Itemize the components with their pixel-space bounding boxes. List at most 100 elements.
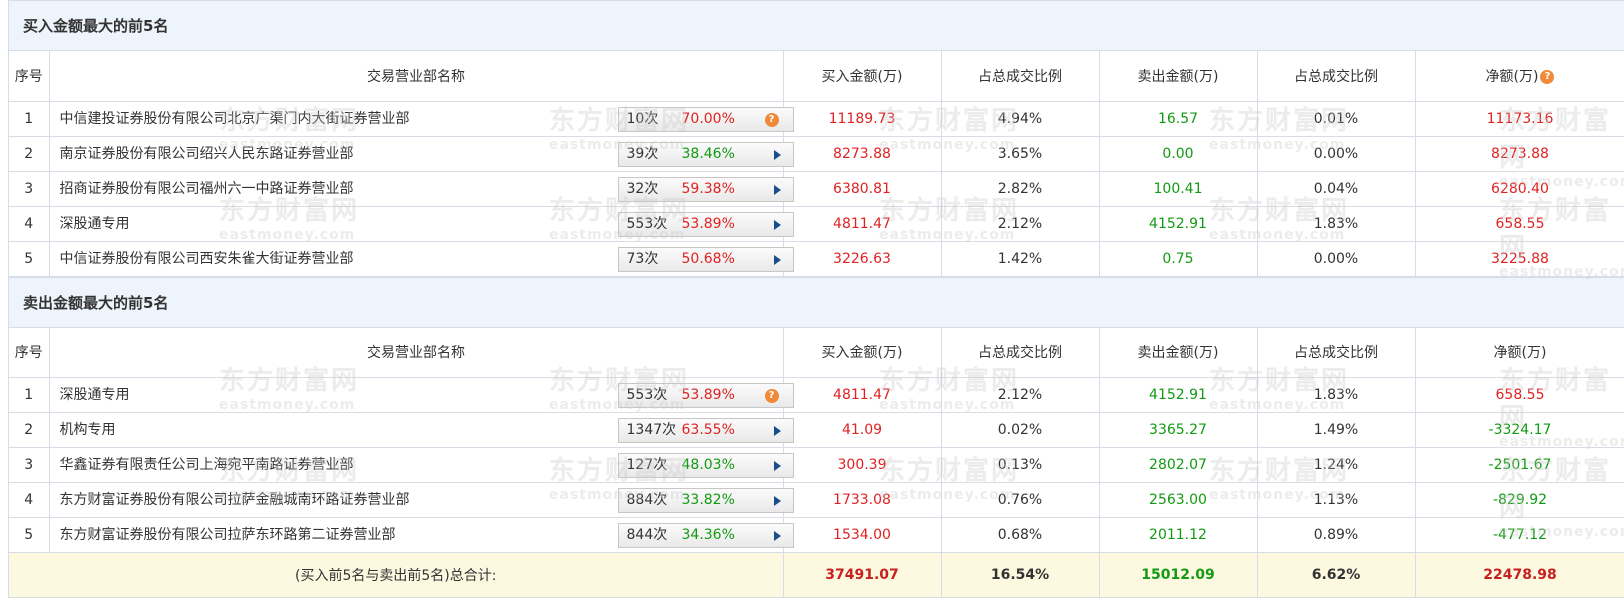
broker-stats-button[interactable]: 127次 48.03% <box>617 453 794 478</box>
broker-cell: 机构专用 1347次 63.55% <box>49 412 794 448</box>
broker-stats-button[interactable]: 553次 53.89%? <box>617 383 794 408</box>
total-net: 22478.98 <box>1415 552 1624 598</box>
win-rate: 38.46% <box>681 145 735 162</box>
broker-stats-button[interactable]: 553次 53.89% <box>617 211 794 237</box>
expand-arrow-icon[interactable] <box>773 426 781 436</box>
net-amount: 658.55 <box>1415 377 1624 413</box>
total-label: (买入前5名与卖出前5名)总合计: <box>9 552 784 598</box>
broker-cell: 深股通专用 553次 53.89%? <box>49 377 794 413</box>
buy-ratio: 1.42% <box>941 241 1100 277</box>
win-rate: 53.89% <box>681 387 735 403</box>
longhu-list: 买入金额最大的前5名 序号 交易营业部名称 买入金额(万) 占总成交比例 卖出金… <box>8 0 1624 598</box>
net-help-icon[interactable]: ? <box>1540 69 1555 84</box>
buy-amount: 1733.08 <box>783 482 942 518</box>
buy-amount: 6380.81 <box>783 171 942 207</box>
sell-section-title: 卖出金额最大的前5名 <box>9 276 1624 328</box>
win-rate: 34.36% <box>681 527 735 543</box>
total-buy: 37491.07 <box>783 552 942 598</box>
broker-name: 招商证券股份有限公司福州六一中路证券营业部 <box>59 180 354 197</box>
buy-ratio: 2.12% <box>941 206 1100 242</box>
buy-amount: 300.39 <box>783 447 942 483</box>
win-rate: 53.89% <box>681 215 735 232</box>
times-count: 10次 <box>626 110 659 127</box>
broker-name: 机构专用 <box>59 422 116 438</box>
expand-arrow-icon[interactable] <box>773 184 781 195</box>
broker-name: 深股通专用 <box>59 387 130 403</box>
buy-table-header: 序号 交易营业部名称 买入金额(万) 占总成交比例 卖出金额(万) 占总成交比例… <box>9 51 1624 102</box>
sell-table: 序号 交易营业部名称 买入金额(万) 占总成交比例 卖出金额(万) 占总成交比例… <box>9 327 1624 598</box>
buy-amount: 41.09 <box>783 412 942 448</box>
net-amount: 3225.88 <box>1415 241 1624 277</box>
sell-table-header: 序号 交易营业部名称 买入金额(万) 占总成交比例 卖出金额(万) 占总成交比例… <box>9 327 1624 378</box>
col-buy: 买入金额(万) <box>783 51 942 102</box>
table-row: 5 东方财富证券股份有限公司拉萨东环路第二证券营业部 844次 34.36% 1534.… <box>9 517 1624 553</box>
broker-stats-button[interactable]: 73次 50.68% <box>617 246 794 272</box>
sell-amount: 4152.91 <box>1099 377 1258 413</box>
times-count: 1347次 <box>626 422 677 438</box>
col-buy-pct: 占总成交比例 <box>941 327 1100 378</box>
sell-ratio: 1.13% <box>1257 482 1416 518</box>
row-idx: 5 <box>9 241 50 277</box>
help-icon[interactable]: ? <box>764 389 779 403</box>
net-amount: -829.92 <box>1415 482 1624 518</box>
broker-stats-button[interactable]: 10次 70.00%? <box>617 106 794 132</box>
row-idx: 4 <box>9 206 50 242</box>
row-idx: 4 <box>9 482 50 518</box>
broker-name: 华鑫证券有限责任公司上海宛平南路证券营业部 <box>59 457 354 473</box>
table-row: 2 南京证券股份有限公司绍兴人民东路证券营业部 39次 38.46% 8273.88 3.… <box>9 136 1624 172</box>
col-net: 净额(万) <box>1415 327 1624 378</box>
broker-name: 东方财富证券股份有限公司拉萨金融城南环路证券营业部 <box>59 492 410 508</box>
broker-cell: 中信证券股份有限公司西安朱雀大街证券营业部 73次 50.68% <box>49 241 794 277</box>
expand-arrow-icon[interactable] <box>773 219 781 230</box>
expand-arrow-icon[interactable] <box>773 531 781 541</box>
broker-name: 中信建投证券股份有限公司北京广渠门内大街证券营业部 <box>59 110 410 127</box>
times-count: 73次 <box>626 250 659 267</box>
broker-stats-button[interactable]: 39次 38.46% <box>617 141 794 167</box>
broker-stats-button[interactable]: 32次 59.38% <box>617 176 794 202</box>
row-idx: 3 <box>9 171 50 207</box>
buy-ratio: 4.94% <box>941 101 1100 137</box>
times-count: 884次 <box>626 492 668 508</box>
col-sell-pct: 占总成交比例 <box>1257 327 1416 378</box>
col-sell: 卖出金额(万) <box>1099 51 1258 102</box>
row-idx: 2 <box>9 412 50 448</box>
broker-stats-button[interactable]: 844次 34.36% <box>617 523 794 548</box>
buy-ratio: 0.68% <box>941 517 1100 553</box>
expand-arrow-icon[interactable] <box>773 461 781 471</box>
net-amount: 11173.16 <box>1415 101 1624 137</box>
broker-cell: 东方财富证券股份有限公司拉萨东环路第二证券营业部 844次 34.36% <box>49 517 794 553</box>
win-rate: 59.38% <box>681 180 735 197</box>
buy-ratio: 0.02% <box>941 412 1100 448</box>
help-icon[interactable]: ? <box>764 112 779 127</box>
expand-arrow-icon[interactable] <box>773 254 781 265</box>
expand-arrow-icon[interactable] <box>773 149 781 160</box>
sell-amount: 0.75 <box>1099 241 1258 277</box>
broker-stats-button[interactable]: 1347次 63.55% <box>617 418 794 443</box>
table-row: 3 招商证券股份有限公司福州六一中路证券营业部 32次 59.38% 6380.81 2.… <box>9 171 1624 207</box>
times-count: 39次 <box>626 145 659 162</box>
net-amount: 6280.40 <box>1415 171 1624 207</box>
table-row: 3 华鑫证券有限责任公司上海宛平南路证券营业部 127次 48.03% 300.39 0.… <box>9 447 1624 483</box>
win-rate: 70.00% <box>681 110 735 127</box>
col-buy: 买入金额(万) <box>783 327 942 378</box>
buy-amount: 11189.73 <box>783 101 942 137</box>
row-idx: 5 <box>9 517 50 553</box>
total-sell-pct: 6.62% <box>1257 552 1416 598</box>
buy-ratio: 0.76% <box>941 482 1100 518</box>
expand-arrow-icon[interactable] <box>773 496 781 506</box>
table-row: 1 中信建投证券股份有限公司北京广渠门内大街证券营业部 10次 70.00%? 1118… <box>9 101 1624 137</box>
col-idx: 序号 <box>9 51 50 102</box>
win-rate: 50.68% <box>681 250 735 267</box>
sell-ratio: 1.24% <box>1257 447 1416 483</box>
buy-ratio: 2.12% <box>941 377 1100 413</box>
times-count: 127次 <box>626 457 668 473</box>
broker-name: 中信证券股份有限公司西安朱雀大街证券营业部 <box>59 250 354 267</box>
broker-stats-button[interactable]: 884次 33.82% <box>617 488 794 513</box>
col-net: 净额(万)? <box>1415 51 1624 102</box>
buy-ratio: 0.13% <box>941 447 1100 483</box>
broker-cell: 深股通专用 553次 53.89% <box>49 206 794 242</box>
total-sell: 15012.09 <box>1099 552 1258 598</box>
broker-name: 南京证券股份有限公司绍兴人民东路证券营业部 <box>59 145 354 162</box>
row-idx: 1 <box>9 101 50 137</box>
col-broker: 交易营业部名称 <box>49 51 784 102</box>
